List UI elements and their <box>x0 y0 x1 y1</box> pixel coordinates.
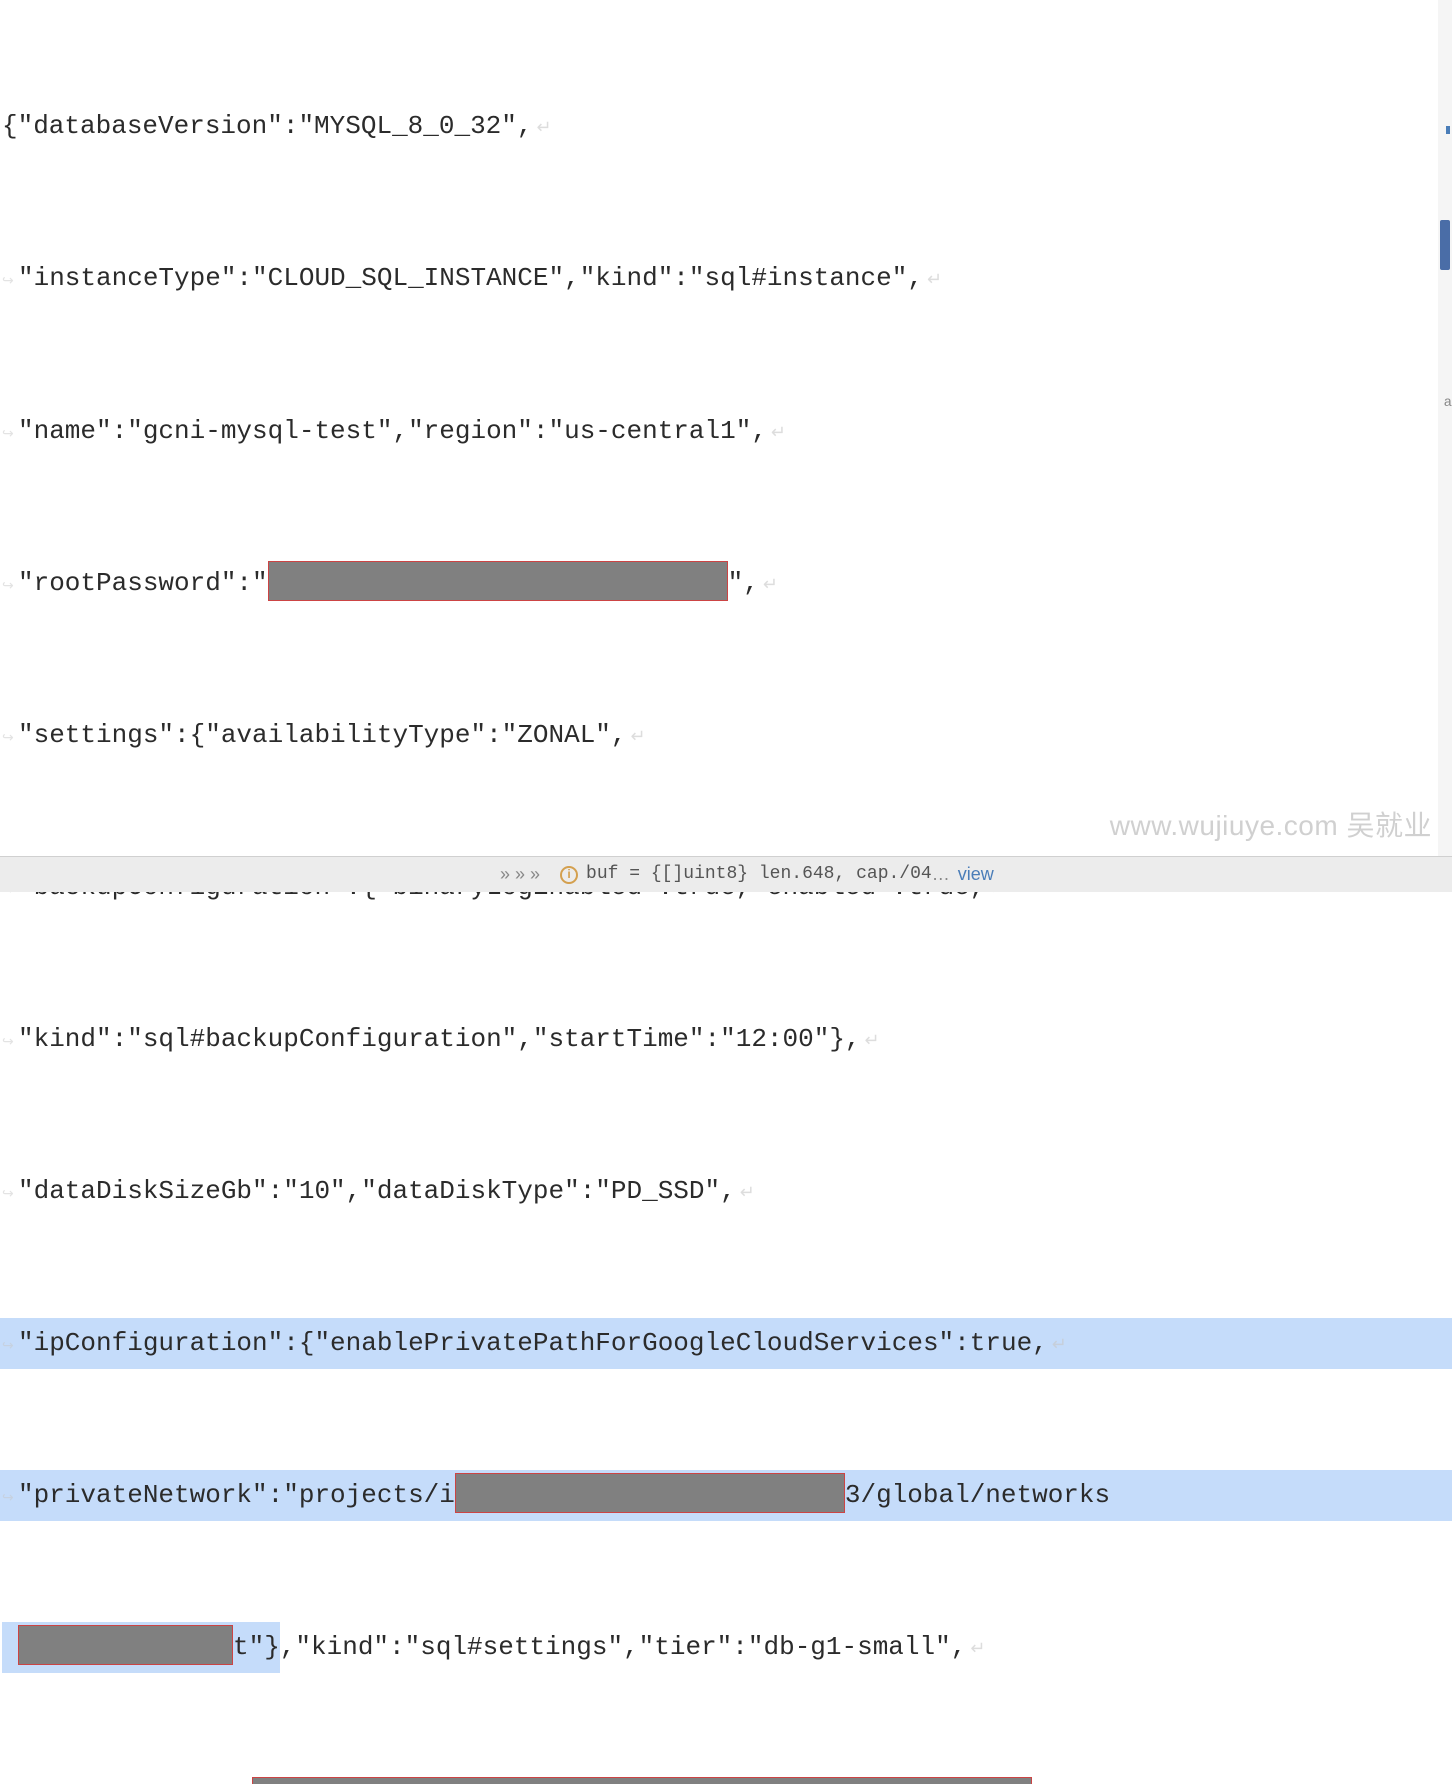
softwrap-icon: ↪ <box>2 1334 14 1361</box>
softwrap-icon: ↪ <box>2 1486 14 1513</box>
softwrap-icon: ↪ <box>2 1182 14 1209</box>
code-text: "settings":{"availabilityType":"ZONAL", <box>18 720 627 750</box>
newline-marker-icon: ↵ <box>1052 1336 1067 1356</box>
newline-marker-icon: ↵ <box>771 424 786 444</box>
newline-marker-icon: ↵ <box>927 271 942 291</box>
watermark: www.wujiuye.com 吴就业 <box>1110 799 1432 854</box>
gutter-letter: a <box>1444 390 1452 417</box>
ellipsis: … <box>932 857 950 892</box>
softwrap-icon: ↪ <box>2 422 14 449</box>
scrollbar-thumb[interactable] <box>1440 220 1450 270</box>
newline-marker-icon: ↵ <box>740 1184 755 1204</box>
newline-marker-icon: ↵ <box>763 576 778 596</box>
code-text: "rootPassword":" <box>18 568 268 598</box>
debugger-bottom-bar: » » » i buf = {[]uint8} len.648, cap./04… <box>0 856 1452 892</box>
softwrap-icon: ↪ <box>2 726 14 753</box>
code-text: "ipConfiguration":{"enablePrivatePathFor… <box>18 1328 1048 1358</box>
code-text: "name":"gcni-mysql-test","region":"us-ce… <box>18 416 767 446</box>
code-text: ,"kind":"sql#settings","tier":"db-g1-sma… <box>280 1632 967 1662</box>
code-editor-viewport[interactable]: {"databaseVersion":"MYSQL_8_0_32",↵ ↪"in… <box>0 0 1452 892</box>
code-line[interactable]: ↪"rootPassword":" ",↵ <box>0 558 1452 609</box>
code-line[interactable]: {"databaseVersion":"MYSQL_8_0_32",↵ <box>0 101 1452 152</box>
watermark-chinese: 吴就业 <box>1346 810 1432 841</box>
view-link[interactable]: view <box>958 857 994 892</box>
code-line[interactable]: ↪"settings":{"availabilityType":"ZONAL",… <box>0 710 1452 761</box>
softwrap-icon: ↪ <box>2 574 14 601</box>
code-text: "kind":"sql#backupConfiguration","startT… <box>18 1024 861 1054</box>
code-text: "instanceType":"CLOUD_SQL_INSTANCE","kin… <box>18 263 923 293</box>
softwrap-icon: ↪ <box>2 269 14 296</box>
code-line[interactable]: ↪"kind":"sql#backupConfiguration","start… <box>0 1014 1452 1065</box>
redacted-network-name <box>18 1625 233 1665</box>
info-icon: i <box>560 866 578 884</box>
newline-marker-icon: ↵ <box>970 1640 985 1660</box>
softwrap-icon <box>2 1638 14 1665</box>
code-text: 3/global/networks <box>845 1480 1110 1510</box>
redacted-labels <box>252 1777 1032 1784</box>
redacted-password <box>268 561 728 601</box>
code-line[interactable]: ↪"dataDiskSizeGb":"10","dataDiskType":"P… <box>0 1166 1452 1217</box>
breadcrumb-chevrons[interactable]: » » » <box>500 857 540 892</box>
newline-marker-icon: ↵ <box>631 728 646 748</box>
redacted-project-id <box>455 1473 845 1513</box>
code-line[interactable]: t"},"kind":"sql#settings","tier":"db-g1-… <box>0 1622 1452 1673</box>
debug-variable: buf = {[]uint8} len.648, cap./04 <box>586 857 932 892</box>
code-text: "dataDiskSizeGb":"10","dataDiskType":"PD… <box>18 1176 736 1206</box>
gutter-marker <box>1446 126 1450 134</box>
code-text: {"databaseVersion":"MYSQL_8_0_32", <box>2 111 533 141</box>
code-line[interactable]: ↪"instanceType":"CLOUD_SQL_INSTANCE","ki… <box>0 253 1452 304</box>
softwrap-icon: ↪ <box>2 1030 14 1057</box>
code-line[interactable]: ↪"name":"gcni-mysql-test","region":"us-c… <box>0 406 1452 457</box>
newline-marker-icon: ↵ <box>537 119 552 139</box>
code-text: ", <box>728 568 759 598</box>
code-line-highlighted[interactable]: ↪"privateNetwork":"projects/i 3/global/ne… <box>0 1470 1452 1521</box>
code-text: "privateNetwork":"projects/i <box>18 1480 455 1510</box>
code-line-highlighted[interactable]: ↪"ipConfiguration":{"enablePrivatePathFo… <box>0 1318 1452 1369</box>
code-line[interactable]: ↪"userLabels":{",↵ <box>0 1774 1452 1784</box>
code-content[interactable]: {"databaseVersion":"MYSQL_8_0_32",↵ ↪"in… <box>0 0 1452 1784</box>
watermark-url: www.wujiuye.com <box>1110 810 1338 841</box>
newline-marker-icon: ↵ <box>865 1032 880 1052</box>
code-text: t"} <box>233 1632 280 1662</box>
